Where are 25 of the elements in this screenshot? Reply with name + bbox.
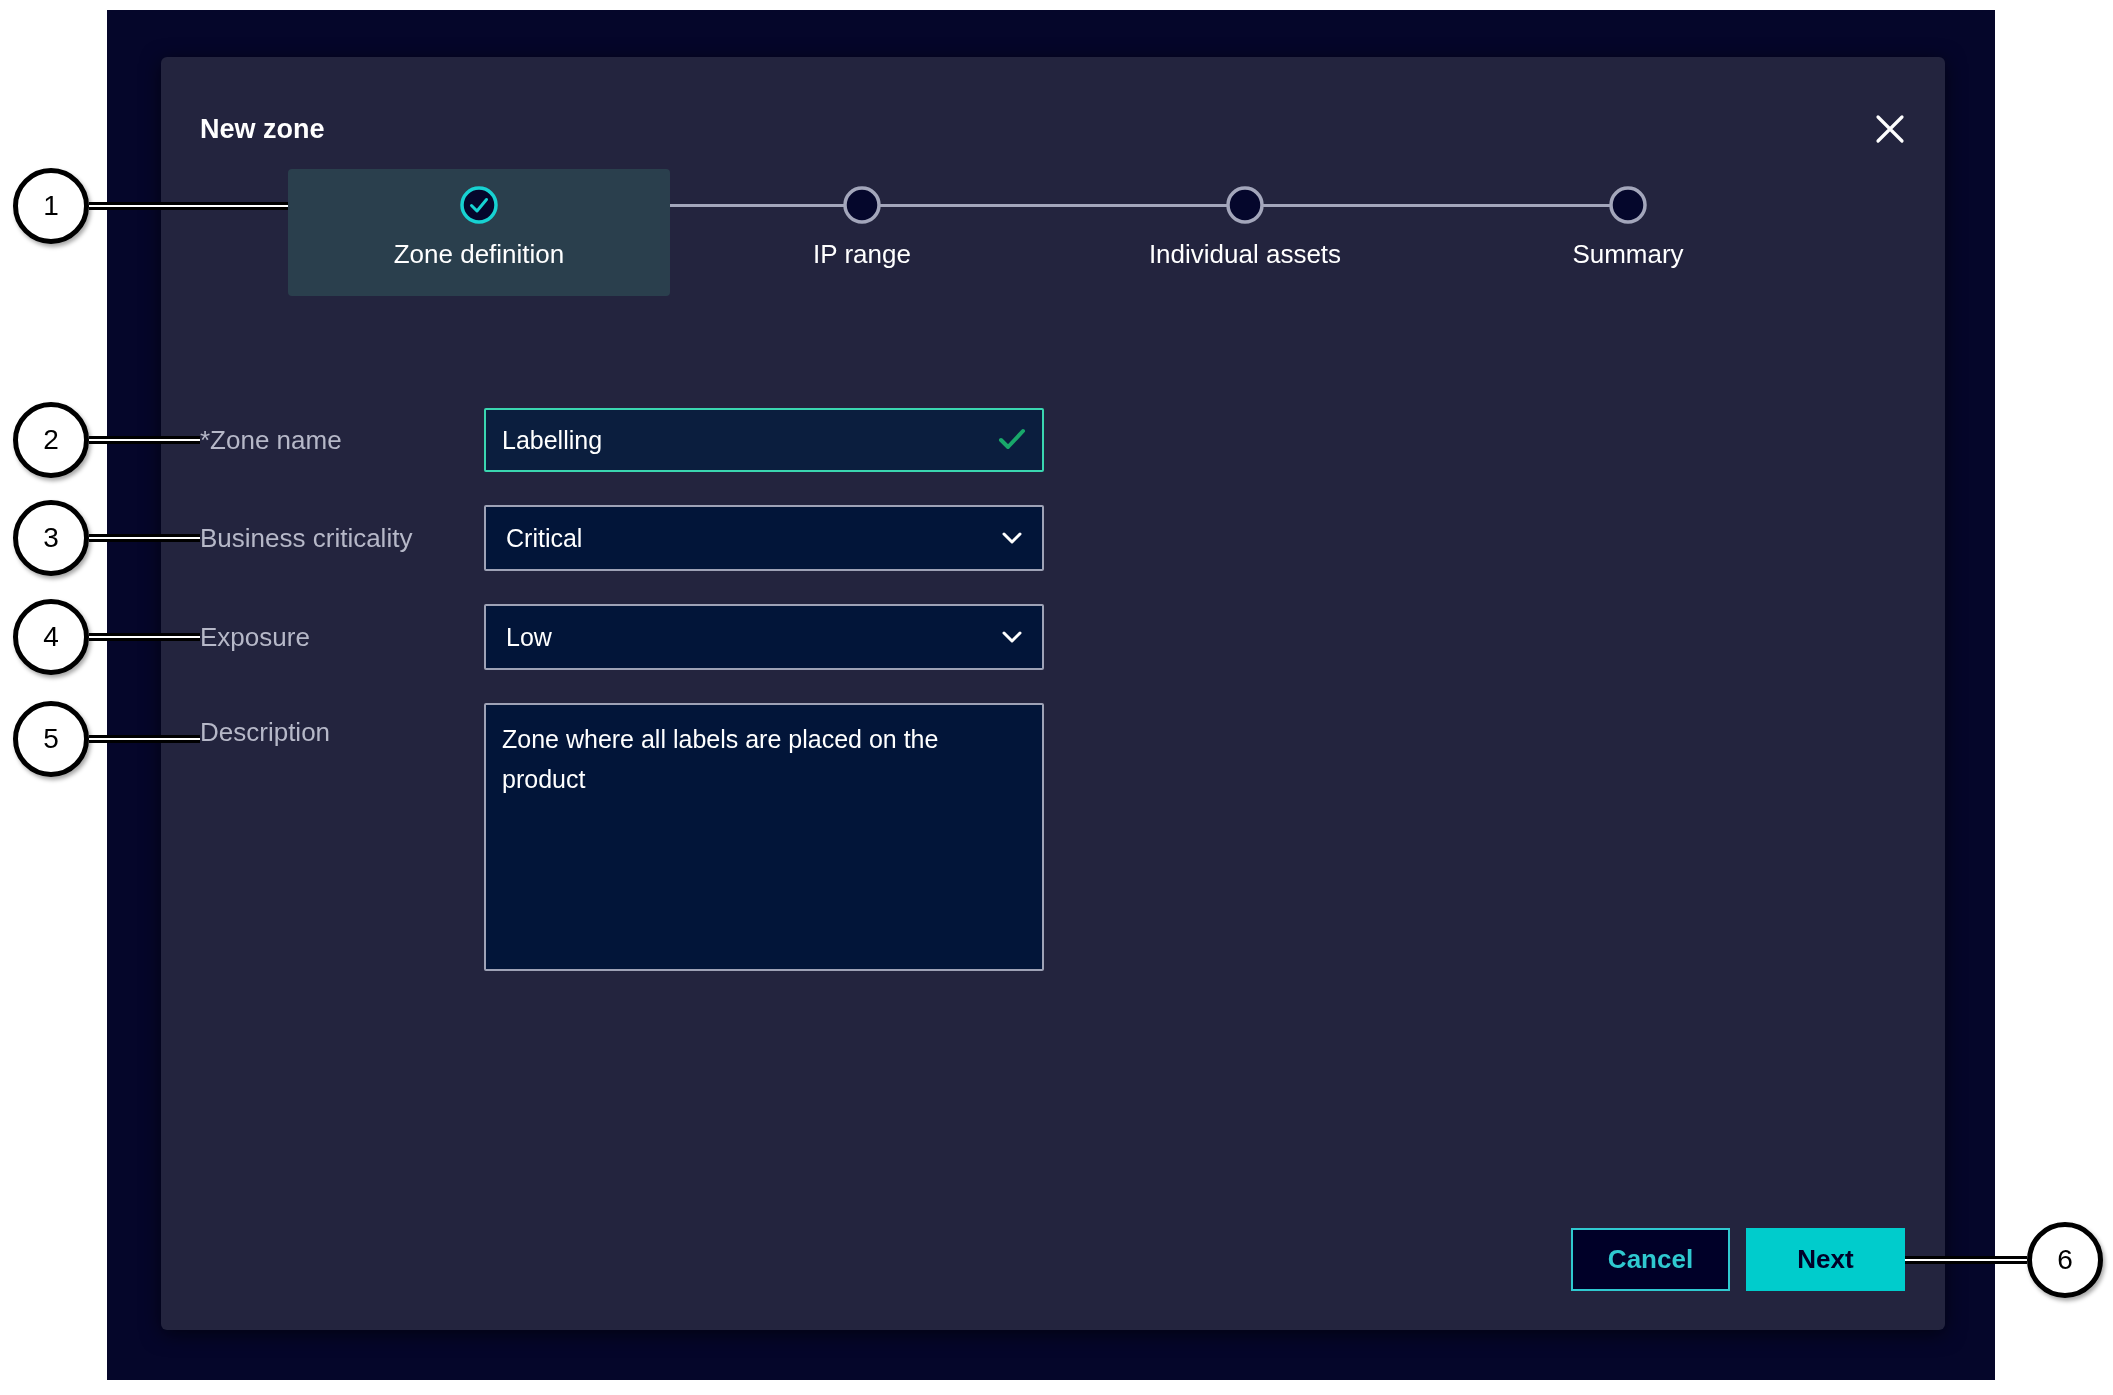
checkmark-icon (998, 428, 1026, 452)
field-label: Business criticality (200, 522, 414, 554)
callout-number: 3 (13, 500, 89, 576)
next-button[interactable]: Next (1746, 1228, 1905, 1291)
callout-number: 6 (2027, 1221, 2103, 1298)
chevron-down-icon (1002, 631, 1022, 643)
dropdown-field[interactable]: Low (484, 604, 1044, 670)
chevron-down-icon (1002, 532, 1022, 544)
step-tab[interactable]: Zone definition (288, 169, 670, 296)
text-input-field[interactable]: Labelling (484, 408, 1044, 472)
callout-number: 2 (13, 402, 89, 478)
callout-number: 1 (13, 168, 89, 244)
step-tab[interactable]: IP range (671, 169, 1053, 296)
field-label: *Zone name (200, 424, 343, 456)
field-label: Exposure (200, 621, 311, 653)
cancel-button[interactable]: Cancel (1571, 1228, 1730, 1291)
field-label: Description (200, 716, 332, 748)
step-tab[interactable]: Individual assets (1054, 169, 1436, 296)
description-field[interactable]: Zone where all labels are placed on the product (484, 703, 1044, 971)
callout-number: 4 (13, 599, 89, 675)
callout-number: 5 (13, 701, 89, 777)
step-tab[interactable]: Summary (1437, 169, 1819, 296)
dialog-title: New zone (200, 113, 325, 145)
close-icon[interactable] (1875, 114, 1905, 144)
dropdown-field[interactable]: Critical (484, 505, 1044, 571)
